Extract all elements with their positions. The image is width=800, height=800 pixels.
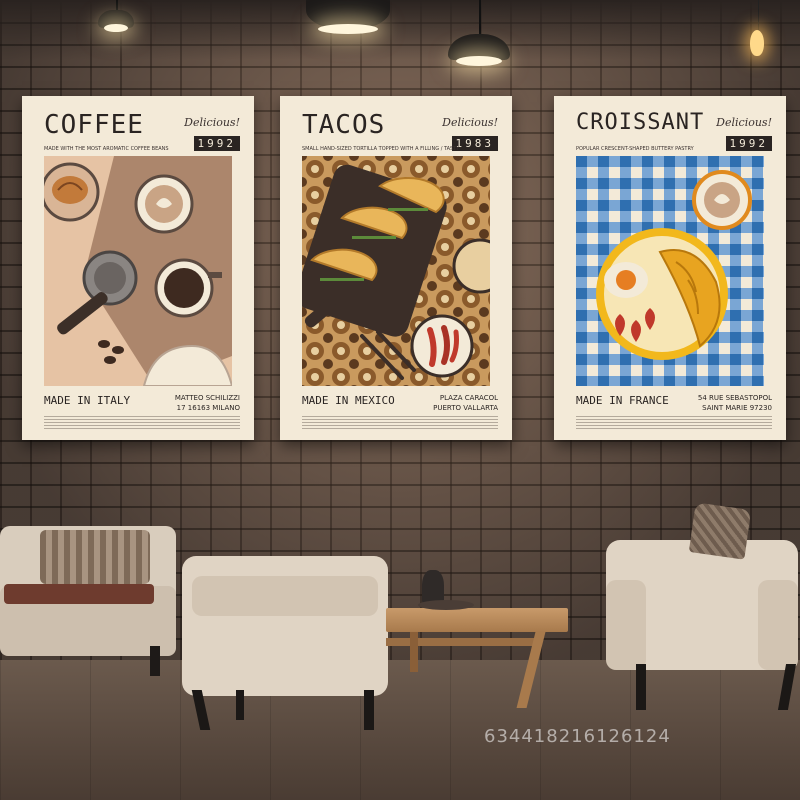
poster-tagline: MADE WITH THE MOST AROMATIC COFFEE BEANS [44,146,169,152]
pendant-lamp-1 [96,0,136,36]
poster-badge: Delicious! [442,116,498,129]
coffee-table [386,570,568,708]
poster-address-line1: 54 RUE SEBASTOPOL [697,394,772,402]
tacos-illustration [302,156,490,386]
watermark-id: 634418216126124 [484,726,671,747]
poster-address-line1: PLAZA CARACOL [439,394,498,402]
coffee-cup [692,170,752,230]
chili-plate [410,314,474,378]
croissant-plate [44,162,100,222]
poster-origin: MADE IN FRANCE [576,394,669,407]
sofa-cushion-striped [40,530,150,584]
poster-tacos: TACOS Delicious! 1983 SMALL HAND-SIZED T… [280,96,512,440]
poster-title: TACOS [302,110,386,140]
poster-origin: MADE IN MEXICO [302,394,395,407]
hanging-bulb [746,0,770,64]
latte-cup [134,174,194,234]
poster-origin: MADE IN ITALY [44,394,131,407]
fried-egg [604,262,648,298]
dip-bowl [452,238,490,294]
poster-address-line2: 17 16163 MILANO [176,404,240,412]
sofa-cushion-dark [4,584,154,604]
pendant-lamp-3 [446,0,512,72]
pendant-lamp-2 [304,0,392,40]
sofa-left [0,526,176,676]
poster-title: CROISSANT [576,110,705,135]
poster-year: 1992 [725,136,772,151]
poster-croissant: CROISSANT Delicious! 1992 POPULAR CRESCE… [554,96,786,440]
poster-tagline: POPULAR CRESCENT-SHAPED BUTTERY PASTRY [576,146,694,152]
armchair-center [182,556,388,736]
poster-address-line2: SAINT MARIE 97230 [702,404,772,412]
armchair-right [606,502,798,712]
poster-fine-print [576,416,772,430]
poster-address-line1: MATTEO SCHILIZZI [174,394,240,402]
poster-badge: Delicious! [184,116,240,129]
poster-fine-print [44,416,240,430]
chair-cushion [688,502,752,560]
croissant-illustration [576,156,764,386]
cafe-scene: COFFEE Delicious! 1992 MADE WITH THE MOS… [0,0,800,800]
poster-year: 1992 [193,136,240,151]
coffee-illustration [44,156,232,386]
poster-address-line2: PUERTO VALLARTA [433,404,498,412]
poster-coffee: COFFEE Delicious! 1992 MADE WITH THE MOS… [22,96,254,440]
poster-title: COFFEE [44,110,144,140]
poster-tagline: SMALL HAND-SIZED TORTILLA TOPPED WITH A … [302,146,460,152]
poster-badge: Delicious! [716,116,772,129]
tray [418,600,474,610]
poster-fine-print [302,416,498,430]
